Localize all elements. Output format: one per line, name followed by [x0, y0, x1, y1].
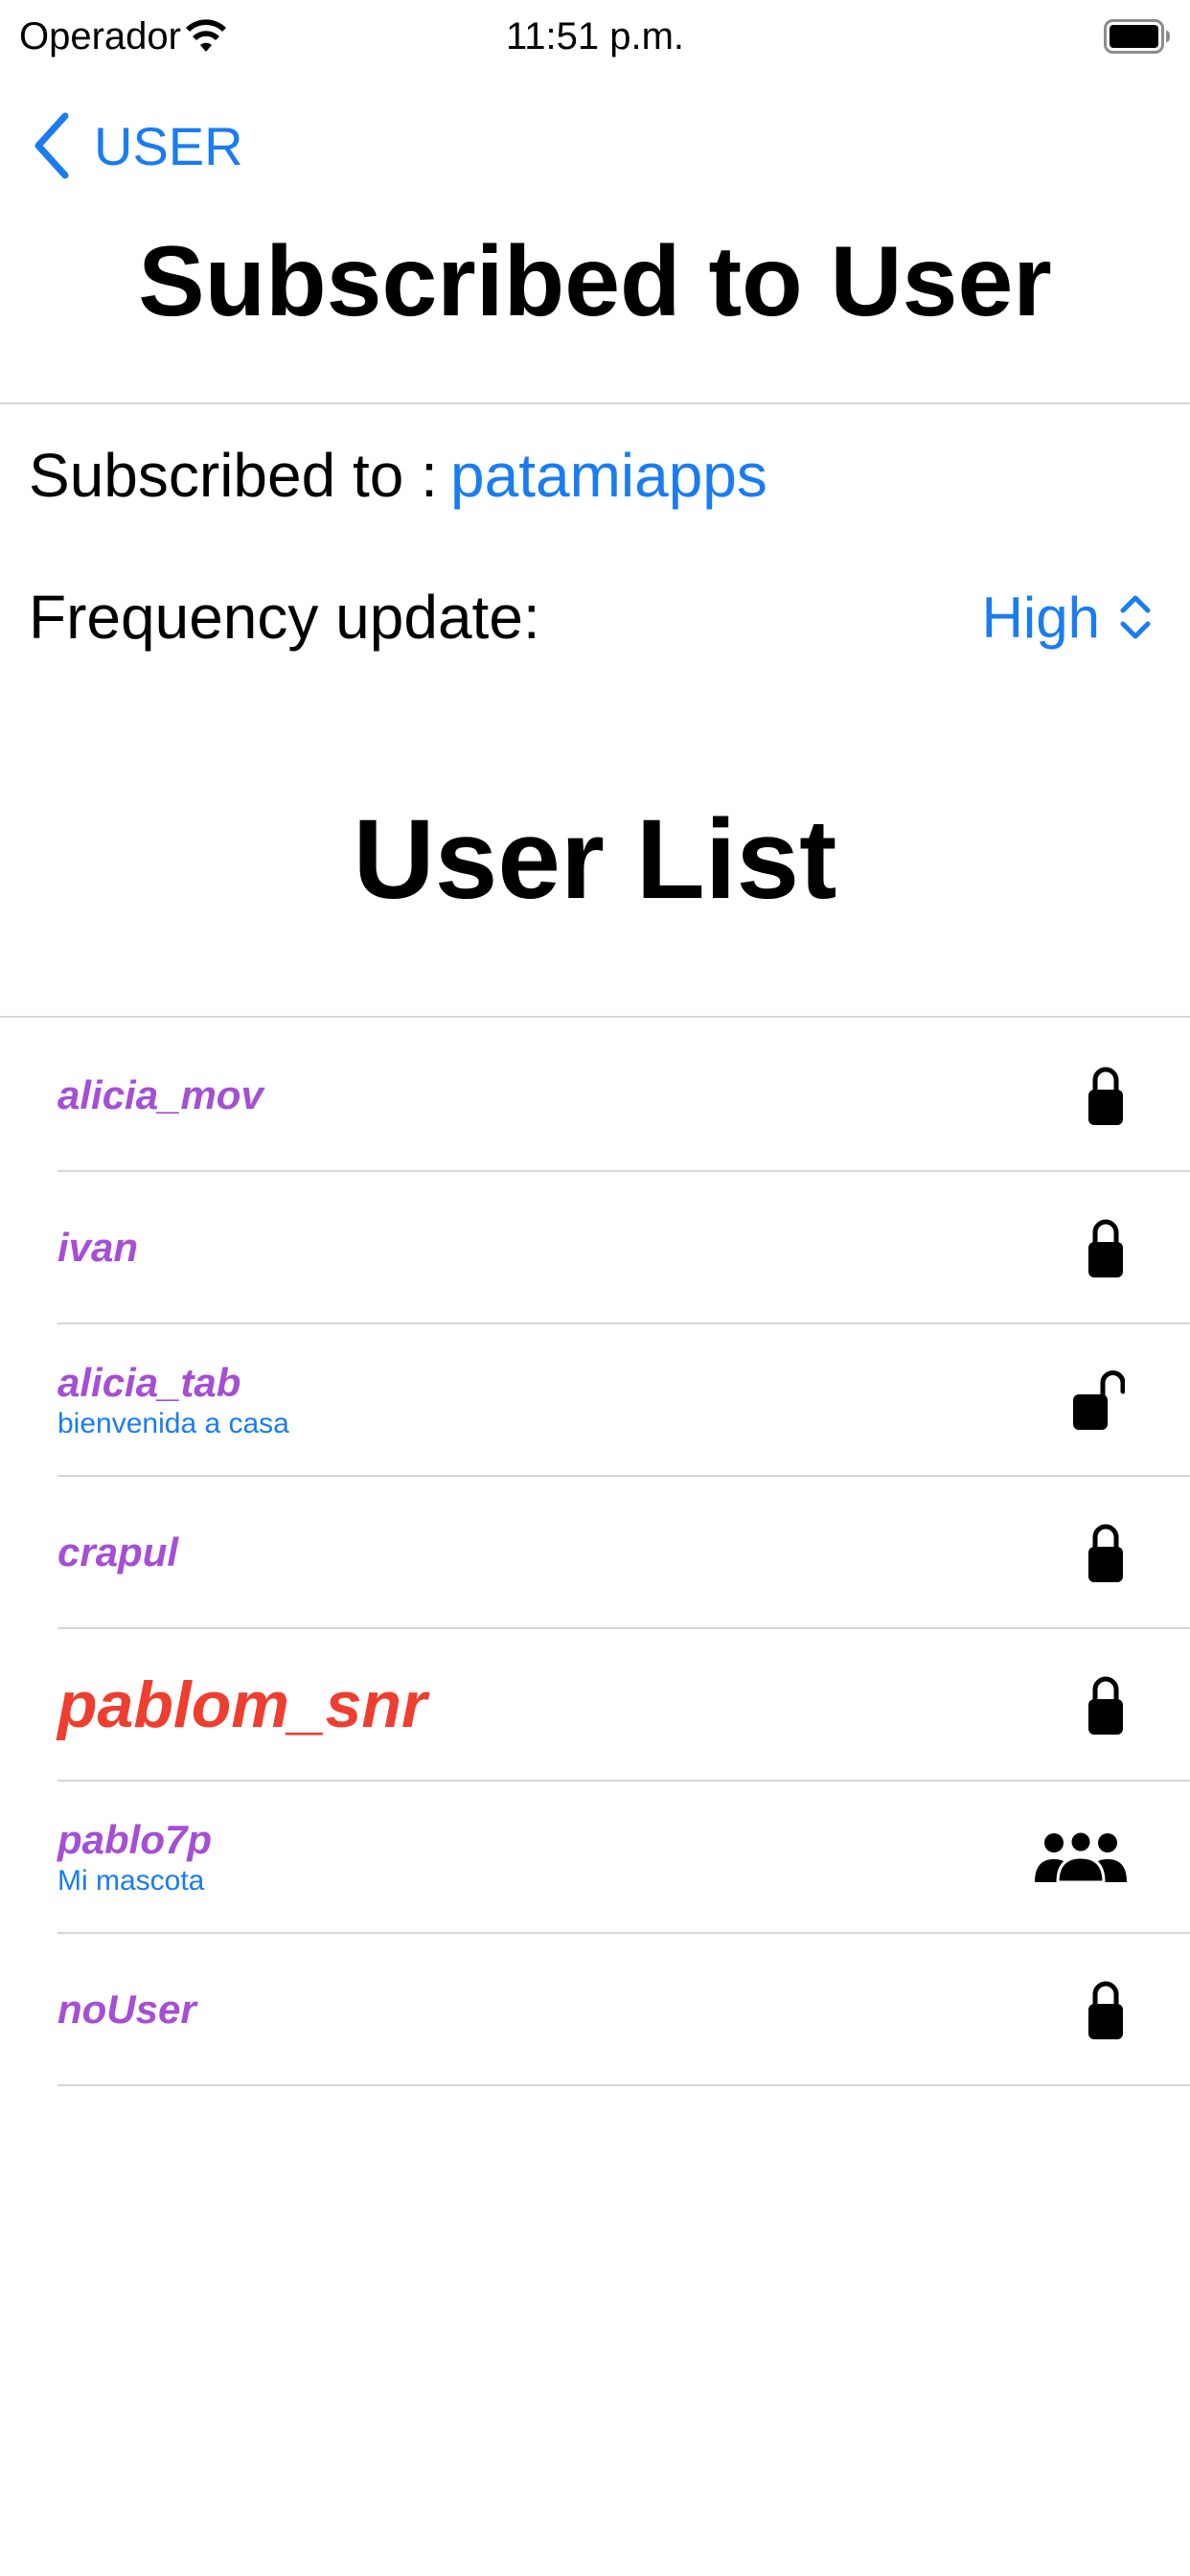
- user-row-text: crapul: [57, 1477, 178, 1627]
- row-divider: [57, 2084, 1190, 2086]
- status-bar: Operador 11:51 p.m.: [0, 0, 1190, 77]
- user-row-text: pablo7p Mi mascota: [57, 1782, 212, 1932]
- list-top-divider: [0, 1016, 1190, 1018]
- user-name: alicia_mov: [57, 1071, 263, 1117]
- user-name: pablom_snr: [57, 1668, 427, 1741]
- page-title: Subscribed to User: [138, 226, 1052, 337]
- user-row-alicia-mov[interactable]: alicia_mov: [0, 1020, 1190, 1172]
- lock-icon-wrap: [1087, 1020, 1125, 1170]
- lock-icon: [1088, 1067, 1123, 1125]
- user-row-nouser[interactable]: noUser: [0, 1934, 1190, 2086]
- lock-icon: [1088, 1676, 1123, 1735]
- lock-icon-wrap: [1087, 1477, 1125, 1627]
- user-row-ivan[interactable]: ivan: [0, 1172, 1190, 1324]
- unlock-icon: [1073, 1369, 1125, 1430]
- user-list-title: User List: [353, 796, 837, 923]
- lock-icon: [1088, 1524, 1123, 1582]
- user-subtitle: Mi mascota: [57, 1864, 205, 1897]
- back-label: USER: [94, 115, 243, 176]
- back-button[interactable]: USER: [33, 107, 243, 184]
- user-row-pablo7p[interactable]: pablo7p Mi mascota: [0, 1782, 1190, 1934]
- user-row-text: alicia_tab bienvenida a casa: [57, 1324, 289, 1475]
- user-name: noUser: [57, 1986, 196, 2032]
- lock-icon-wrap: [1087, 1934, 1125, 2084]
- frequency-label: Frequency update:: [29, 583, 540, 652]
- user-row-text: ivan: [57, 1172, 138, 1322]
- header-divider: [0, 402, 1190, 404]
- user-row-text: pablom_snr: [57, 1629, 426, 1780]
- group-icon-wrap: [1033, 1782, 1129, 1932]
- frequency-value: High: [981, 585, 1100, 650]
- user-subtitle: bienvenida a casa: [57, 1407, 289, 1439]
- user-row-crapul[interactable]: crapul: [0, 1477, 1190, 1629]
- lock-icon: [1088, 1219, 1123, 1277]
- unlock-icon-wrap: [1071, 1324, 1125, 1475]
- screen: Operador 11:51 p.m. USER Subscribed to U…: [0, 0, 1190, 2576]
- chevron-left-icon: [34, 112, 69, 179]
- status-time: 11:51 p.m.: [505, 15, 685, 58]
- frequency-select[interactable]: High: [982, 579, 1152, 656]
- user-name: ivan: [57, 1224, 139, 1270]
- battery-icon: [1104, 19, 1170, 54]
- user-name: crapul: [57, 1529, 179, 1575]
- user-name: alicia_tab: [57, 1359, 241, 1405]
- lock-icon: [1088, 1981, 1123, 2039]
- user-row-alicia-tab[interactable]: alicia_tab bienvenida a casa: [0, 1324, 1190, 1477]
- group-icon: [1035, 1829, 1127, 1883]
- subscribed-label: Subscribed to :: [29, 441, 438, 510]
- chevron-up-down-icon: [1120, 595, 1151, 639]
- lock-icon-wrap: [1087, 1629, 1125, 1780]
- lock-icon-wrap: [1087, 1172, 1125, 1322]
- subscribed-user-link[interactable]: patamiapps: [450, 437, 767, 514]
- user-row-text: noUser: [57, 1934, 196, 2084]
- user-row-text: alicia_mov: [57, 1020, 263, 1170]
- user-list: alicia_mov ivan alicia_tab bienvenida a …: [0, 1020, 1190, 2086]
- user-name: pablo7p: [57, 1816, 213, 1862]
- user-row-pablom-snr[interactable]: pablom_snr: [0, 1629, 1190, 1782]
